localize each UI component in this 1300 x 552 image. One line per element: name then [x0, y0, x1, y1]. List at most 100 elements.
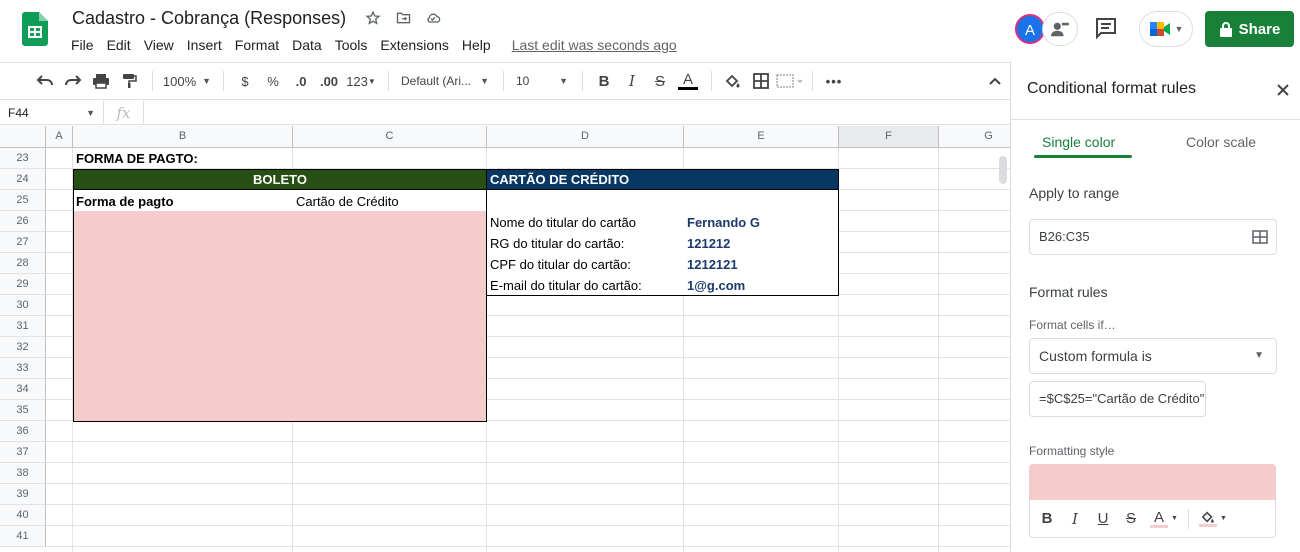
cell-d26[interactable]: Nome do titular do cartão	[490, 215, 636, 230]
menu-insert[interactable]: Insert	[187, 37, 222, 53]
style-bold-button[interactable]: B	[1038, 510, 1056, 527]
menu-edit[interactable]: Edit	[107, 37, 131, 53]
meet-button[interactable]: ▼	[1139, 11, 1193, 47]
print-icon[interactable]	[88, 68, 114, 94]
row-header[interactable]: 24	[0, 169, 46, 190]
row-header[interactable]: 31	[0, 316, 46, 337]
row-header[interactable]: 34	[0, 379, 46, 400]
row-header[interactable]: 32	[0, 337, 46, 358]
row-header[interactable]: 30	[0, 295, 46, 316]
tab-single-color[interactable]: Single color	[1042, 134, 1115, 150]
redo-icon[interactable]	[60, 68, 86, 94]
decrease-decimal-button[interactable]: .0	[288, 68, 314, 94]
zoom-select[interactable]: 100% ▼	[161, 68, 213, 94]
strikethrough-button[interactable]: S	[647, 68, 673, 94]
menu-data[interactable]: Data	[292, 37, 322, 53]
style-italic-button[interactable]: I	[1066, 510, 1084, 528]
row-header[interactable]: 27	[0, 232, 46, 253]
bold-button[interactable]: B	[591, 68, 617, 94]
style-fill-color-button[interactable]: ▼	[1198, 510, 1227, 527]
cell-e29[interactable]: 1@g.com	[687, 278, 745, 293]
cell-e27[interactable]: 121212	[687, 236, 730, 251]
comment-history-icon[interactable]	[1094, 16, 1118, 40]
column-header-e[interactable]: E	[684, 126, 839, 148]
collapse-toolbar-icon[interactable]	[982, 68, 1008, 94]
row-header[interactable]: 36	[0, 421, 46, 442]
row-header[interactable]: 25	[0, 190, 46, 211]
conditional-highlight-range[interactable]	[73, 211, 487, 422]
percent-format-button[interactable]: %	[260, 68, 286, 94]
user-avatar[interactable]: A	[1015, 14, 1045, 44]
row-header[interactable]: 37	[0, 442, 46, 463]
row-header[interactable]: 41	[0, 526, 46, 547]
style-underline-button[interactable]: U	[1094, 510, 1112, 527]
menu-format[interactable]: Format	[235, 37, 279, 53]
range-input[interactable]: B26:C35	[1029, 219, 1277, 255]
fill-color-icon[interactable]	[720, 68, 746, 94]
move-folder-icon[interactable]	[394, 9, 412, 27]
more-options-icon[interactable]: •••	[821, 68, 847, 94]
cloud-saved-icon[interactable]	[424, 9, 442, 27]
undo-icon[interactable]	[32, 68, 58, 94]
row-header[interactable]: 40	[0, 505, 46, 526]
custom-formula-input[interactable]: =$C$25="Cartão de Crédito"	[1029, 381, 1206, 417]
cell-e28[interactable]: 1212121	[687, 257, 738, 272]
column-header-f[interactable]: F	[839, 126, 939, 148]
cartao-header-cell[interactable]: CARTÃO DE CRÉDITO	[486, 169, 839, 190]
row-header[interactable]: 39	[0, 484, 46, 505]
row-header[interactable]: 29	[0, 274, 46, 295]
boleto-header-cell[interactable]: BOLETO	[73, 169, 487, 190]
column-header-b[interactable]: B	[73, 126, 293, 148]
cell-d28[interactable]: CPF do titular do cartão:	[490, 257, 631, 272]
tab-color-scale[interactable]: Color scale	[1186, 134, 1256, 150]
cell-d27[interactable]: RG do titular do cartão:	[490, 236, 624, 251]
borders-icon[interactable]	[748, 68, 774, 94]
merge-cells-icon[interactable]	[776, 68, 802, 94]
cell-e26[interactable]: Fernando G	[687, 215, 760, 230]
row-header[interactable]: 28	[0, 253, 46, 274]
menu-extensions[interactable]: Extensions	[380, 37, 448, 53]
cell-b25[interactable]: Forma de pagto	[76, 194, 174, 209]
row-header[interactable]: 35	[0, 400, 46, 421]
vertical-scrollbar-thumb[interactable]	[999, 156, 1007, 184]
italic-button[interactable]: I	[619, 68, 645, 94]
name-box[interactable]: F44 ▼	[0, 100, 104, 125]
style-strikethrough-button[interactable]: S	[1122, 510, 1140, 527]
toolbar-divider	[812, 71, 813, 91]
currency-format-button[interactable]: $	[232, 68, 258, 94]
row-header[interactable]: 33	[0, 358, 46, 379]
cell-c25[interactable]: Cartão de Crédito	[296, 194, 399, 209]
text-color-button[interactable]: A	[675, 68, 701, 94]
increase-decimal-button[interactable]: .00	[316, 68, 342, 94]
anonymous-viewer-avatar[interactable]	[1042, 12, 1078, 46]
column-header-c[interactable]: C	[293, 126, 487, 148]
cell-d29[interactable]: E-mail do titular do cartão:	[490, 278, 642, 293]
column-header-a[interactable]: A	[46, 126, 73, 148]
menu-view[interactable]: View	[144, 37, 174, 53]
font-size-select[interactable]: 10 ▼	[512, 68, 572, 94]
cell-b23[interactable]: FORMA DE PAGTO:	[76, 151, 198, 166]
menu-file[interactable]: File	[71, 37, 94, 53]
font-family-select[interactable]: Default (Ari... ▼	[397, 68, 493, 94]
last-edit-link[interactable]: Last edit was seconds ago	[512, 37, 677, 53]
close-icon[interactable]	[1273, 80, 1293, 100]
paint-format-icon[interactable]	[116, 68, 142, 94]
document-title[interactable]: Cadastro - Cobrança (Responses)	[72, 8, 346, 29]
formatting-style-preview[interactable]	[1029, 464, 1276, 500]
column-header-d[interactable]: D	[487, 126, 684, 148]
grid-select-icon[interactable]	[1252, 229, 1268, 245]
condition-select[interactable]: Custom formula is ▼	[1029, 338, 1277, 374]
menu-tools[interactable]: Tools	[335, 37, 368, 53]
share-button[interactable]: Share	[1205, 11, 1294, 47]
row-header[interactable]: 26	[0, 211, 46, 232]
select-all-corner[interactable]	[0, 126, 46, 148]
style-text-color-button[interactable]: A ▼	[1150, 510, 1178, 528]
menu-help[interactable]: Help	[462, 37, 491, 53]
formula-input[interactable]	[144, 101, 1010, 125]
column-header-g[interactable]: G	[939, 126, 1010, 148]
row-header[interactable]: 38	[0, 463, 46, 484]
more-formats-select[interactable]: 123 ▼	[344, 68, 378, 94]
row-header[interactable]: 23	[0, 148, 46, 169]
star-icon[interactable]	[364, 9, 382, 27]
sheets-logo-icon[interactable]	[22, 12, 48, 46]
